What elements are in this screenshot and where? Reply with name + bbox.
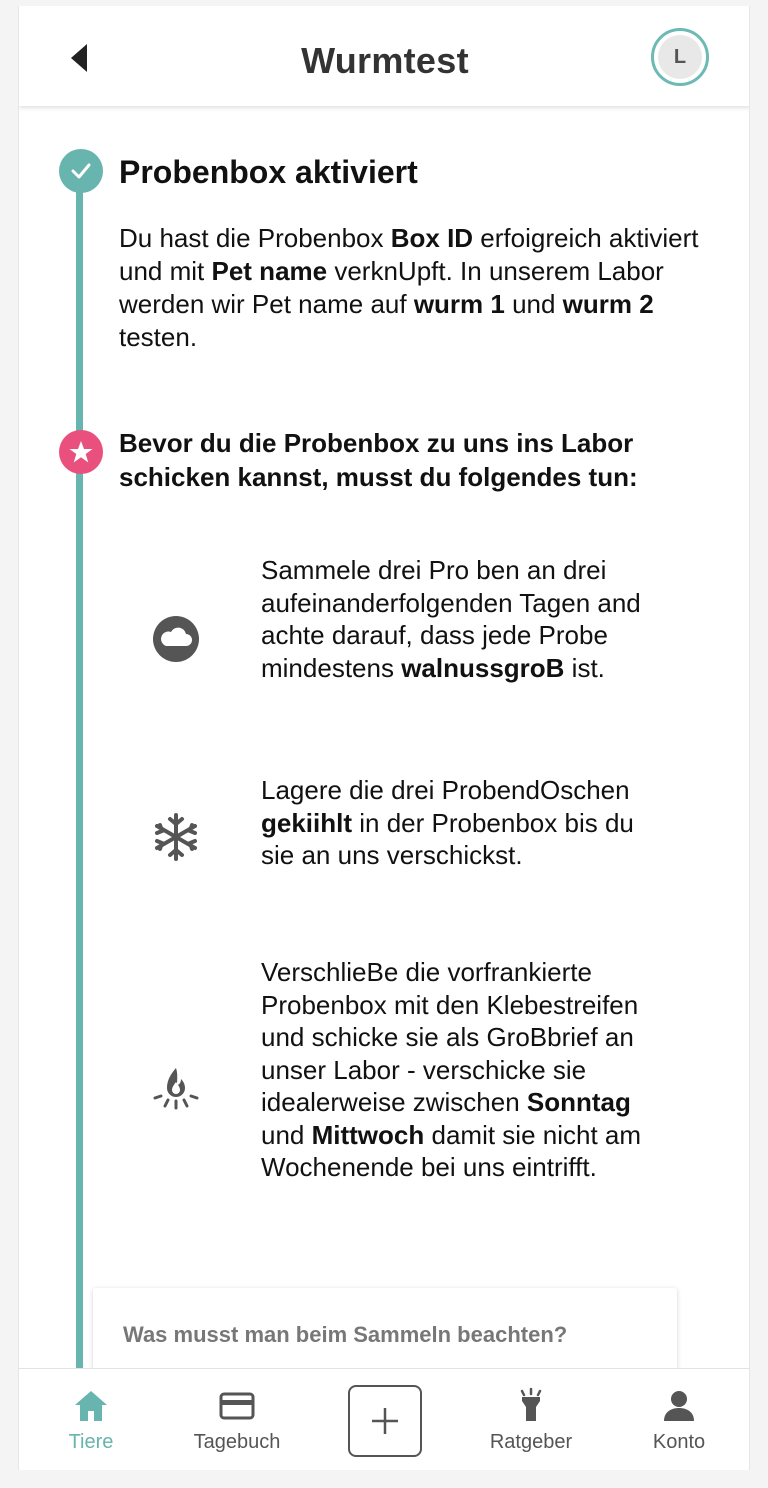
step-text-part: Lagere die drei ProbendOschen [261,775,630,805]
nav-item-ratgeber[interactable]: Ratgeber [477,1369,585,1470]
home-icon [75,1391,107,1421]
flashlight-icon [520,1387,542,1421]
fire-icon [153,1068,199,1110]
app-screen: Wurmtest L Probenbox aktiviert Du hast d… [18,6,750,1470]
step-text: VerschlieBe die vorfrankierte Probenbox … [261,956,671,1184]
step-text-part: und [261,1119,312,1150]
step-text-bold: gekiihlt [261,807,353,838]
nav-item-tagebuch[interactable]: Tagebuch [181,1369,293,1470]
faq-question: Was musst man beim Sammeln beachten? [123,1322,568,1347]
pet-name-label: Pet name [211,256,328,286]
star-icon [69,441,93,463]
notice-text: Bevor du die Probenbox zu uns ins Labor … [119,428,638,492]
avatar-initial: L [658,35,702,79]
cloud-icon [153,616,199,662]
intro-text: Du hast die Probenbox Box ID erfoigreich… [119,222,699,354]
intro-text-part: testen. [119,322,198,352]
add-button[interactable] [348,1385,422,1457]
bottom-nav: Tiere Tagebuch Ratgeber Konto [19,1368,749,1470]
timeline-line [76,166,83,1386]
header: Wurmtest L [19,6,749,106]
section-title: Probenbox aktiviert [119,154,418,190]
nav-item-konto[interactable]: Konto [643,1369,715,1470]
box-id-label: Box ID [390,223,474,253]
step-text: Lagere die drei ProbendOschen gekiihlt i… [261,774,671,872]
step-text-bold: Mittwoch [311,1119,425,1150]
check-icon [71,163,91,179]
snowflake-icon [155,813,197,861]
step-text-part: ist. [564,652,605,683]
timeline-check-bullet [59,149,103,193]
step-icon-wrapper [149,1060,203,1114]
timeline-star-bullet [59,430,103,474]
avatar[interactable]: L [651,28,709,86]
worm-2-label: wurm 2 [562,289,654,319]
intro-text-part: und [504,289,563,319]
worm-1-label: wurm 1 [413,289,505,319]
nav-label: Tagebuch [193,1431,281,1453]
nav-label: Konto [652,1431,706,1453]
nav-label: Tiere [68,1431,114,1453]
card-icon [219,1392,255,1420]
page-title: Wurmtest [301,40,469,81]
step-text: Sammele drei Pro ben an drei aufeinander… [261,554,671,684]
nav-label: Ratgeber [489,1431,573,1453]
plus-icon [372,1408,398,1434]
step-text-bold: walnussgroB [401,652,565,683]
intro-text-part: Du hast die Probenbox [119,223,391,253]
step-text-bold: Sonntag [526,1087,631,1117]
user-icon [664,1391,694,1421]
step-icon-wrapper [149,612,203,666]
step-icon-wrapper [149,810,203,864]
nav-item-tiere[interactable]: Tiere [55,1369,127,1470]
